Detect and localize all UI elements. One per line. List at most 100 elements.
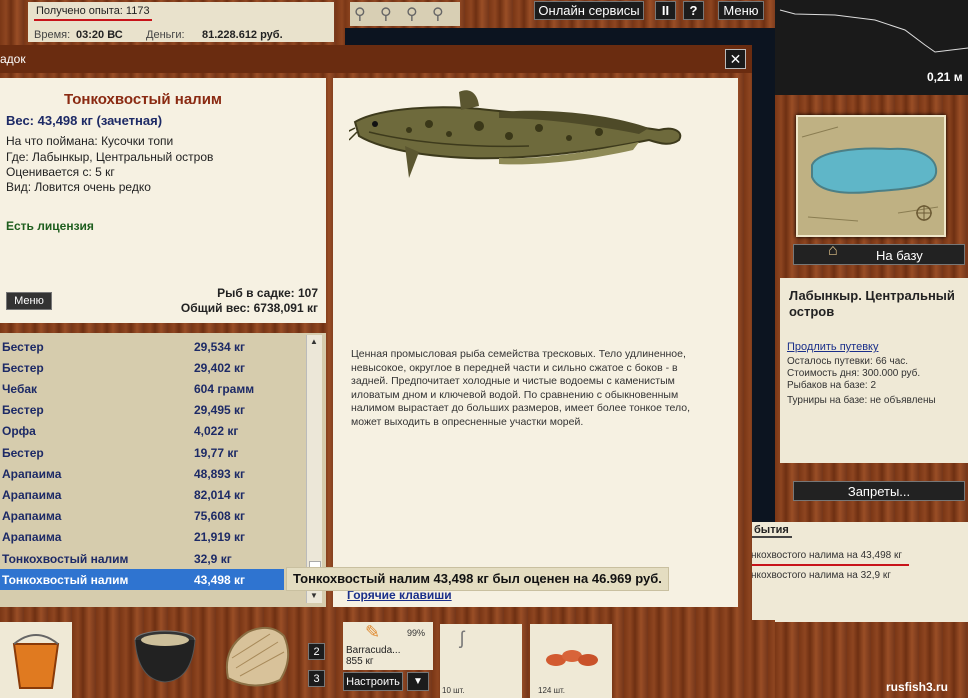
watermark: rusfish3.ru — [886, 680, 949, 694]
keepnet-window: адок ✕ Тонкохвостый налим Вес: 43,498 кг… — [0, 45, 752, 620]
fish-list-row[interactable]: Бестер 29,534 кг — [0, 336, 284, 357]
list-scrollbar[interactable]: ▲ ▼ — [306, 335, 322, 603]
hud-inner: Получено опыта: 1173 Время: 03:20 ВС Ден… — [28, 2, 334, 42]
house-icon: ⌂ — [828, 242, 838, 259]
hook-icon: ʃ — [460, 628, 464, 648]
online-services-button[interactable]: Онлайн сервисы — [534, 1, 644, 20]
lure-slot[interactable]: ✎ 99% Barracuda... 855 кг — [343, 622, 433, 670]
fish-list-row[interactable]: Тонкохвостый налим 43,498 кг — [0, 569, 284, 591]
fish-row-name: Бестер — [2, 339, 44, 354]
go-to-base-button[interactable]: ⌂ На базу — [793, 242, 965, 265]
bait-count: 124 шт. — [538, 686, 565, 695]
fish-list-row[interactable]: Арапаима 75,608 кг — [0, 506, 284, 527]
lure-weight: 855 кг — [346, 656, 374, 667]
info-menu-button[interactable]: Меню — [6, 292, 52, 310]
bucket-slot[interactable] — [0, 622, 72, 698]
money-value: 81.228.612 руб. — [202, 29, 283, 41]
lake-map[interactable] — [796, 115, 946, 237]
fish-row-weight: 29,495 кг — [194, 403, 246, 418]
setup-dropdown-button[interactable]: ▼ — [407, 672, 429, 691]
hook-slot[interactable]: ʃ 10 шт. — [440, 624, 522, 698]
event-item: нкохвостого налима на 32,9 кг — [751, 570, 891, 581]
fish-list: Бестер 29,534 кг Бестер 29,402 кг Чебак 604 г… — [0, 333, 326, 607]
pause-button[interactable]: II — [655, 1, 676, 20]
fish-row-name: Чебак — [2, 381, 38, 396]
fish-row-weight: 82,014 кг — [194, 487, 246, 502]
caught-where: Где: Лабынкыр, Центральный остров — [6, 150, 214, 164]
fish-row-name: Тонкохвостый налим — [2, 551, 129, 566]
tournaments-status: Турниры на базе: не объявлены — [787, 395, 936, 406]
cooking-pot-icon[interactable] — [128, 620, 202, 690]
days-left: Осталось путевки: 66 час. — [787, 356, 909, 367]
rod-icon[interactable]: ⚲ — [406, 4, 418, 24]
total-weight: Общий вес: 6738,091 кг — [180, 301, 318, 315]
depth-value: 0,21 м — [927, 70, 963, 84]
bucket-icon — [12, 634, 60, 689]
setup-button[interactable]: Настроить — [343, 672, 403, 691]
time-label: Время: — [34, 29, 71, 41]
fish-row-name: Арапаима — [2, 530, 62, 545]
help-button[interactable]: ? — [683, 1, 704, 20]
location-title: Лабынкыр. Центральный остров — [789, 288, 955, 319]
fish-row-name: Арапаима — [2, 509, 62, 524]
main-menu-button[interactable]: Меню — [718, 1, 764, 20]
caught-with: На что поймана: Кусочки топи — [6, 134, 174, 148]
extend-permit-link[interactable]: Продлить путевку — [787, 341, 878, 353]
experience-underline — [34, 19, 152, 21]
price-tooltip: Тонкохвостый налим 43,498 кг был оценен … — [286, 567, 669, 591]
fish-row-weight: 21,919 кг — [194, 530, 246, 545]
fish-info-panel: Тонкохвостый налим Вес: 43,498 кг (зачет… — [0, 78, 326, 323]
tool-slots: ⚲ ⚲ ⚲ ⚲ — [350, 2, 460, 26]
fish-row-weight: 75,608 кг — [194, 509, 246, 524]
fish-detail-panel: Ценная промысловая рыба семейства треско… — [333, 78, 738, 607]
events-panel: бытия нкохвостого налима на 43,498 кг нк… — [745, 522, 968, 622]
scroll-up-icon[interactable]: ▲ — [310, 337, 318, 346]
slot-3-button[interactable]: 3 — [308, 670, 325, 687]
rod-icon[interactable]: ⚲ — [380, 4, 392, 24]
close-button[interactable]: ✕ — [725, 49, 746, 69]
scroll-down-icon[interactable]: ▼ — [310, 591, 318, 600]
fish-row-name: Бестер — [2, 445, 44, 460]
lure-icon: ✎ — [365, 622, 381, 642]
anglers-count: Рыбаков на базе: 2 — [787, 380, 877, 391]
rod-icon[interactable]: ⚲ — [354, 4, 366, 24]
fish-list-row[interactable]: Бестер 29,495 кг — [0, 400, 284, 421]
fish-list-row[interactable]: Бестер 29,402 кг — [0, 357, 284, 378]
fish-list-row[interactable]: Орфа 4,022 кг — [0, 421, 284, 442]
close-icon: ✕ — [729, 50, 742, 67]
fish-list-row[interactable]: Тонкохвостый налим 32,9 кг — [0, 548, 284, 569]
fish-list-row[interactable]: Арапаима 48,893 кг — [0, 463, 284, 484]
bans-button[interactable]: Запреты... — [793, 481, 965, 501]
fish-row-weight: 604 грамм — [194, 381, 255, 396]
window-titlebar: адок ✕ — [0, 45, 752, 73]
fish-row-name: Арапаима — [2, 466, 62, 481]
fish-list-row[interactable]: Чебак 604 грамм — [0, 378, 284, 399]
species-rarity: Вид: Ловится очень редко — [6, 180, 151, 194]
fish-row-weight: 43,498 кг — [194, 572, 246, 587]
lure-percent: 99% — [407, 628, 426, 638]
fish-row-name: Бестер — [2, 360, 44, 375]
time-value: 03:20 ВС — [76, 29, 123, 41]
event-underline — [751, 564, 909, 566]
license-status: Есть лицензия — [6, 219, 94, 233]
sack-icon[interactable] — [218, 618, 296, 692]
lake-map-image — [798, 117, 944, 235]
event-item: нкохвостого налима на 43,498 кг — [751, 550, 902, 561]
fish-row-name: Тонкохвостый налим — [2, 572, 129, 587]
window-title: адок — [0, 52, 26, 66]
fish-list-row[interactable]: Арапаима 21,919 кг — [0, 527, 284, 548]
fish-row-weight: 32,9 кг — [194, 551, 232, 566]
bait-slot[interactable]: 124 шт. — [530, 624, 612, 698]
fish-row-name: Бестер — [2, 403, 44, 418]
fish-list-row[interactable]: Бестер 19,77 кг — [0, 442, 284, 463]
experience-label: Получено опыта: 1173 — [36, 5, 150, 17]
fish-row-weight: 4,022 кг — [194, 424, 239, 439]
rod-icon[interactable]: ⚲ — [432, 4, 444, 24]
day-cost: Стоимость дня: 300.000 руб. — [787, 368, 921, 379]
events-tab[interactable]: бытия — [751, 524, 792, 538]
fish-list-row[interactable]: Арапаима 82,014 кг — [0, 484, 284, 505]
hud-panel: Получено опыта: 1173 Время: 03:20 ВС Ден… — [0, 0, 345, 45]
fish-count: Рыб в садке: 107 — [217, 286, 318, 300]
slot-2-button[interactable]: 2 — [308, 643, 325, 660]
fish-row-name: Арапаима — [2, 487, 62, 502]
